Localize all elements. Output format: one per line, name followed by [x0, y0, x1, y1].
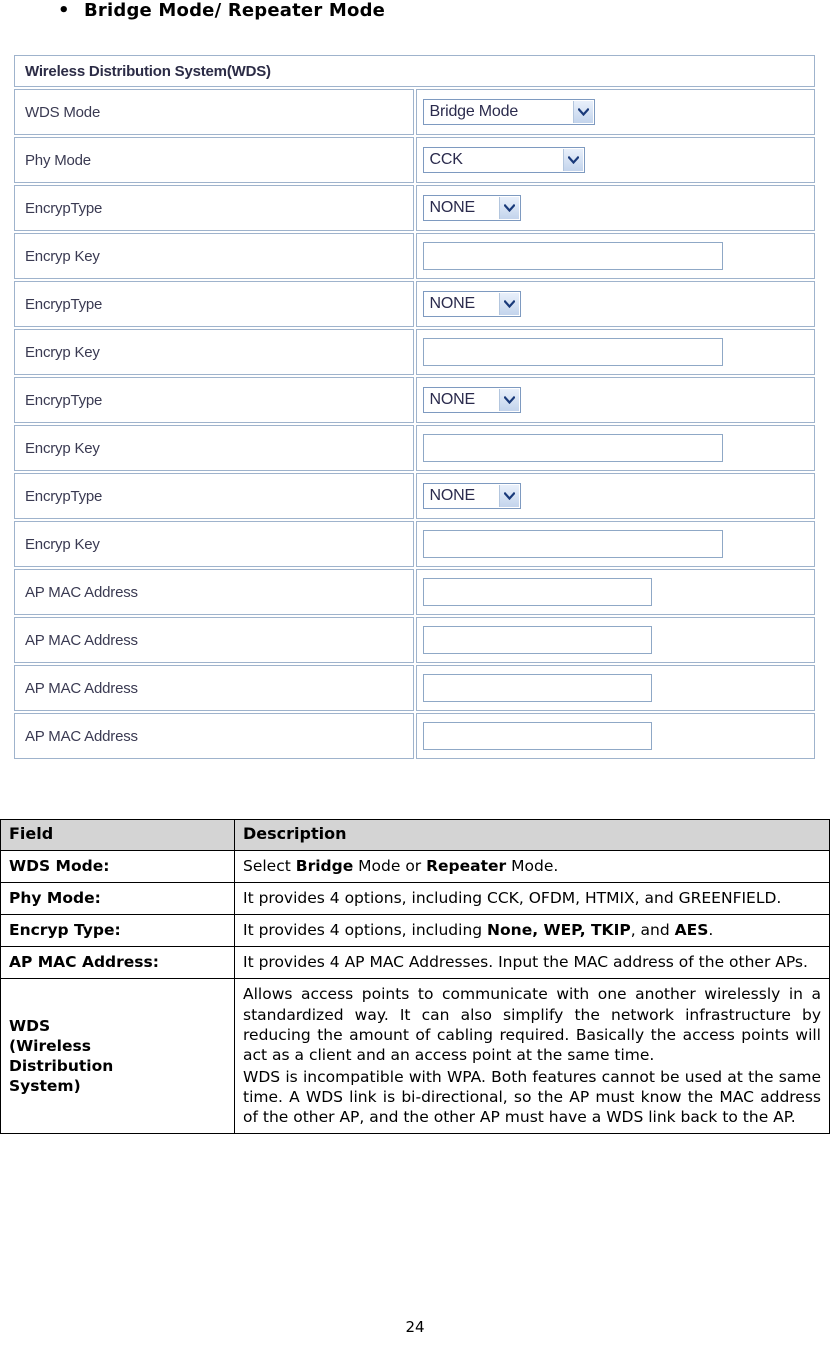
wds-field-label: EncrypType	[14, 473, 414, 519]
description-table-row: Phy Mode: It provides 4 options, includin…	[0, 881, 830, 916]
select-encryptype[interactable]: NONE	[422, 291, 521, 317]
select-encryptype[interactable]: NONE	[422, 483, 521, 509]
select-phy-mode[interactable]: CCK	[422, 147, 585, 173]
wds-form-rows: WDS Mode Bridge Mode Phy Mode CCK EncrypType…	[14, 89, 815, 759]
page-number: 24	[405, 1318, 425, 1336]
wds-form-row: EncrypType NONE	[14, 281, 815, 327]
wds-field-control-cell: NONE	[415, 377, 815, 423]
wds-field-label: AP MAC Address	[14, 713, 414, 759]
field-name-cell: WDS Mode:	[0, 849, 235, 883]
wds-form-row: AP MAC Address	[14, 665, 815, 711]
column-header-description: Description	[234, 819, 830, 851]
select-value: NONE	[429, 295, 476, 312]
input-encryp-key[interactable]	[422, 338, 723, 366]
wds-field-control-cell	[415, 329, 815, 375]
wds-field-label: WDS Mode	[14, 89, 414, 135]
wds-field-control-cell	[415, 233, 815, 279]
description-table-body: WDS Mode: Select Bridge Mode or Repeater …	[0, 849, 830, 1135]
wds-field-control-cell: NONE	[415, 281, 815, 327]
wds-form-title-row: Wireless Distribution System(WDS)	[14, 55, 815, 87]
wds-form-row: Encryp Key	[14, 425, 815, 471]
bullet-icon: •	[58, 0, 70, 21]
wds-field-control-cell	[415, 617, 815, 663]
wds-field-control-cell: NONE	[415, 185, 815, 231]
select-value: NONE	[429, 487, 476, 504]
wds-field-control-cell	[415, 713, 815, 759]
select-encryptype[interactable]: NONE	[422, 195, 521, 221]
wds-form-body: Wireless Distribution System(WDS)	[14, 55, 815, 87]
select-encryptype[interactable]: NONE	[422, 387, 521, 413]
wds-field-label: Encryp Key	[14, 233, 414, 279]
wds-form-row: Phy Mode CCK	[14, 137, 815, 183]
chevron-down-icon[interactable]	[498, 389, 519, 411]
wds-form-row: EncrypType NONE	[14, 473, 815, 519]
wds-field-control-cell	[415, 425, 815, 471]
chevron-down-icon[interactable]	[562, 149, 583, 171]
select-wds-mode[interactable]: Bridge Mode	[422, 99, 595, 125]
field-name-cell: AP MAC Address:	[0, 946, 235, 980]
wds-configuration-form: Wireless Distribution System(WDS) WDS Mo…	[12, 53, 817, 761]
page-heading: • Bridge Mode/ Repeater Mode	[58, 0, 798, 21]
description-table-head: Field Description	[0, 819, 830, 851]
select-value: NONE	[429, 199, 476, 216]
select-value: Bridge Mode	[429, 103, 519, 120]
field-description-cell: It provides 4 options, including None, W…	[234, 914, 830, 948]
description-table-row: AP MAC Address: It provides 4 AP MAC Addr…	[0, 946, 830, 980]
field-name-cell: WDS (Wireless Distribution System)	[0, 978, 235, 1135]
select-value: NONE	[429, 391, 476, 408]
wds-field-control-cell: CCK	[415, 137, 815, 183]
page-heading-text: Bridge Mode/ Repeater Mode	[84, 0, 386, 21]
field-description-cell: Select Bridge Mode or Repeater Mode.	[234, 849, 830, 883]
wds-field-control-cell	[415, 569, 815, 615]
wds-field-control-cell: NONE	[415, 473, 815, 519]
wds-form-row: WDS Mode Bridge Mode	[14, 89, 815, 135]
input-ap-mac-address[interactable]	[422, 626, 652, 654]
input-encryp-key[interactable]	[422, 242, 723, 270]
wds-form-row: AP MAC Address	[14, 713, 815, 759]
wds-form-title: Wireless Distribution System(WDS)	[14, 55, 815, 87]
column-header-field: Field	[0, 819, 235, 851]
wds-field-label: Encryp Key	[14, 329, 414, 375]
input-encryp-key[interactable]	[422, 530, 723, 558]
description-table-row: WDS (Wireless Distribution System) Allows ac…	[0, 978, 830, 1135]
input-encryp-key[interactable]	[422, 434, 723, 462]
description-header-row: Field Description	[0, 819, 830, 851]
wds-form-row: AP MAC Address	[14, 569, 815, 615]
field-description-cell: Allows access points to communicate with…	[234, 978, 830, 1135]
input-ap-mac-address[interactable]	[422, 578, 652, 606]
chevron-down-icon[interactable]	[498, 293, 519, 315]
wds-form-row: Encryp Key	[14, 233, 815, 279]
field-name-cell: Phy Mode:	[0, 881, 235, 916]
wds-field-control-cell	[415, 665, 815, 711]
wds-form-row: Encryp Key	[14, 521, 815, 567]
wds-field-label: Encryp Key	[14, 521, 414, 567]
field-description-cell: It provides 4 options, including CCK, OF…	[234, 881, 830, 916]
wds-form-row: Encryp Key	[14, 329, 815, 375]
wds-field-label: EncrypType	[14, 281, 414, 327]
chevron-down-icon[interactable]	[572, 101, 593, 123]
wds-field-label: EncrypType	[14, 377, 414, 423]
input-ap-mac-address[interactable]	[422, 674, 652, 702]
wds-field-label: AP MAC Address	[14, 665, 414, 711]
wds-field-label: AP MAC Address	[14, 617, 414, 663]
wds-field-control-cell	[415, 521, 815, 567]
chevron-down-icon[interactable]	[498, 197, 519, 219]
wds-field-label: AP MAC Address	[14, 569, 414, 615]
input-ap-mac-address[interactable]	[422, 722, 652, 750]
description-table-row: Encryp Type: It provides 4 options, inclu…	[0, 914, 830, 948]
wds-form-row: EncrypType NONE	[14, 377, 815, 423]
select-value: CCK	[429, 151, 463, 168]
wds-form-row: AP MAC Address	[14, 617, 815, 663]
field-description-cell: It provides 4 AP MAC Addresses. Input th…	[234, 946, 830, 980]
chevron-down-icon[interactable]	[498, 485, 519, 507]
wds-field-label: EncrypType	[14, 185, 414, 231]
wds-field-label: Encryp Key	[14, 425, 414, 471]
field-description-table: Field Description WDS Mode: Select Bridge…	[0, 819, 830, 1135]
field-name-cell: Encryp Type:	[0, 914, 235, 948]
description-table-row: WDS Mode: Select Bridge Mode or Repeater …	[0, 849, 830, 883]
wds-form-row: EncrypType NONE	[14, 185, 815, 231]
wds-field-control-cell: Bridge Mode	[415, 89, 815, 135]
wds-field-label: Phy Mode	[14, 137, 414, 183]
